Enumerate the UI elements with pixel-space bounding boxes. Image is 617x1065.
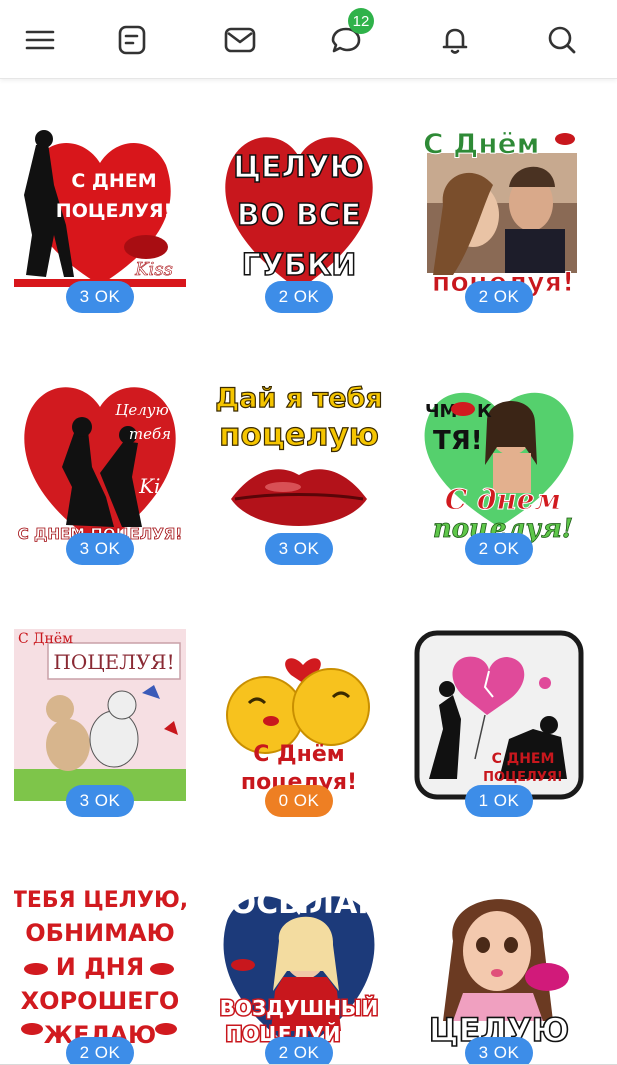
- sticker-text-line: С Днём: [423, 127, 539, 160]
- sticker-text-line: ВО ВСЕ: [237, 198, 361, 233]
- sticker-image: ПОСЫЛАЮ ВОЗДУШНЫЙ ПОЦЕЛУЙ Kiss: [213, 886, 385, 1051]
- sticker-price: 2 OK: [465, 533, 533, 565]
- notes-button[interactable]: [110, 18, 154, 62]
- sticker-price: 1 OK: [465, 785, 533, 817]
- sticker-card[interactable]: ЧМ К ТЯ! С днем поцелуя! 2 OK: [413, 377, 585, 565]
- messages-button[interactable]: [218, 18, 262, 62]
- sticker-text-line: С ДНЕМ: [71, 170, 156, 192]
- sticker-card[interactable]: ЦЕЛУЮ 3 OK: [413, 881, 585, 1065]
- sticker-text-line: тебя: [129, 425, 171, 443]
- sticker-price: 3 OK: [66, 533, 134, 565]
- bell-icon: [442, 28, 468, 54]
- sticker-price: 3 OK: [265, 533, 333, 565]
- sticker-price: 0 OK: [265, 785, 333, 817]
- sticker-image: С Днём ПОЦЕЛУЯ!: [14, 629, 186, 801]
- sticker-card[interactable]: ТЕБЯ ЦЕЛУЮ, ОБНИМАЮ И ДНЯ ХОРОШЕГО ЖЕЛАЮ…: [14, 881, 186, 1065]
- sticker-card[interactable]: С Днём поцелуя! 0 OK: [213, 629, 385, 817]
- sticker-text-line: ГУБКИ: [242, 248, 357, 283]
- sticker-card[interactable]: Целую тебя Kiss С ДНЕМ ПОЦЕЛУЯ! 3 OK: [14, 377, 186, 565]
- sticker-text-line: ПОЦЕЛУЯ!: [53, 650, 174, 674]
- sticker-text-line: С днем: [445, 483, 561, 516]
- sticker-image: Целую тебя Kiss С ДНЕМ ПОЦЕЛУЯ!: [17, 387, 183, 545]
- sticker-price: 3 OK: [66, 785, 134, 817]
- sticker-text-line: ПОЦЕЛУЯ!: [56, 200, 172, 222]
- sticker-image: С Днём поцелуя!: [226, 658, 370, 795]
- sticker-card[interactable]: С ДНЕМ ПОЦЕЛУЯ! Kiss 3 OK: [14, 125, 186, 313]
- sticker-image: С Днём поцелуя!: [423, 127, 577, 297]
- sticker-text-line: С Днём: [253, 742, 345, 767]
- sticker-image: С ДНЕМ ПОЦЕЛУЯ! Kiss: [14, 130, 186, 287]
- notes-icon: [118, 25, 146, 55]
- sticker-text-line: Целую: [115, 401, 168, 419]
- search-button[interactable]: [540, 18, 584, 62]
- sticker-card[interactable]: С Днём поцелуя! 2 OK: [413, 125, 585, 313]
- sticker-image: Дай я тебя поцелую: [215, 382, 383, 526]
- sticker-card[interactable]: ПОСЫЛАЮ ВОЗДУШНЫЙ ПОЦЕЛУЙ Kiss 2 OK: [213, 881, 385, 1065]
- sticker-text-line: С Днём: [18, 631, 73, 647]
- sticker-image: ЦЕЛУЮ ВО ВСЕ ГУБКИ: [225, 137, 373, 290]
- sticker-text-line: ПОЦЕЛУЯ!: [483, 770, 563, 785]
- sticker-script-text: Kiss: [343, 1033, 373, 1049]
- sticker-price: 2 OK: [265, 1037, 333, 1065]
- sticker-text-line: ВОЗДУШНЫЙ: [220, 996, 379, 1020]
- sticker-image: С ДНЕМ ПОЦЕЛУЯ!: [414, 630, 584, 800]
- sticker-text-line: К: [477, 401, 492, 422]
- sticker-text-line: ХОРОШЕГО: [21, 987, 180, 1015]
- sticker-text-line: ТЯ!: [433, 426, 483, 456]
- sticker-text-line: ЦЕЛУЮ: [233, 150, 365, 185]
- sticker-price: 3 OK: [465, 1037, 533, 1065]
- hamburger-icon: [25, 30, 55, 50]
- sticker-text-line: поцелую: [219, 417, 379, 453]
- mail-icon: [224, 27, 256, 53]
- sticker-image: ЦЕЛУЮ: [428, 899, 570, 1050]
- sticker-text-line: ОБНИМАЮ: [25, 919, 175, 947]
- sticker-text-line: И ДНЯ: [56, 953, 144, 981]
- sticker-script-text: Kiss: [134, 259, 173, 280]
- sticker-text-line: ПОСЫЛАЮ: [213, 886, 385, 921]
- sticker-card[interactable]: С ДНЕМ ПОЦЕЛУЯ! 1 OK: [413, 629, 585, 817]
- sticker-card[interactable]: ЦЕЛУЮ ВО ВСЕ ГУБКИ 2 OK: [213, 125, 385, 313]
- sticker-image: ЧМ К ТЯ! С днем поцелуя!: [424, 392, 574, 544]
- sticker-text-line: ТЕБЯ ЦЕЛУЮ,: [14, 888, 186, 913]
- search-icon: [548, 26, 576, 54]
- sticker-price: 2 OK: [265, 281, 333, 313]
- sticker-price: 2 OK: [465, 281, 533, 313]
- top-navigation-bar: 12: [0, 0, 617, 79]
- menu-button[interactable]: [18, 18, 62, 62]
- sticker-grid: С ДНЕМ ПОЦЕЛУЯ! Kiss 3 OK ЦЕЛУЮ ВО ВСЕ Г…: [0, 79, 617, 1065]
- sticker-image: ТЕБЯ ЦЕЛУЮ, ОБНИМАЮ И ДНЯ ХОРОШЕГО ЖЕЛАЮ: [14, 888, 186, 1049]
- sticker-script-text: Kiss: [138, 474, 181, 498]
- sticker-price: 2 OK: [66, 1037, 134, 1065]
- sticker-price: 3 OK: [66, 281, 134, 313]
- sticker-text-line: С ДНЕМ: [492, 751, 555, 767]
- discussions-button[interactable]: 12: [324, 8, 374, 62]
- sticker-text-line: Дай я тебя: [215, 383, 382, 414]
- sticker-card[interactable]: Дай я тебя поцелую 3 OK: [213, 377, 385, 565]
- notifications-button[interactable]: [433, 18, 477, 62]
- chat-badge: 12: [348, 8, 374, 34]
- sticker-card[interactable]: С Днём ПОЦЕЛУЯ! 3 OK: [14, 629, 186, 817]
